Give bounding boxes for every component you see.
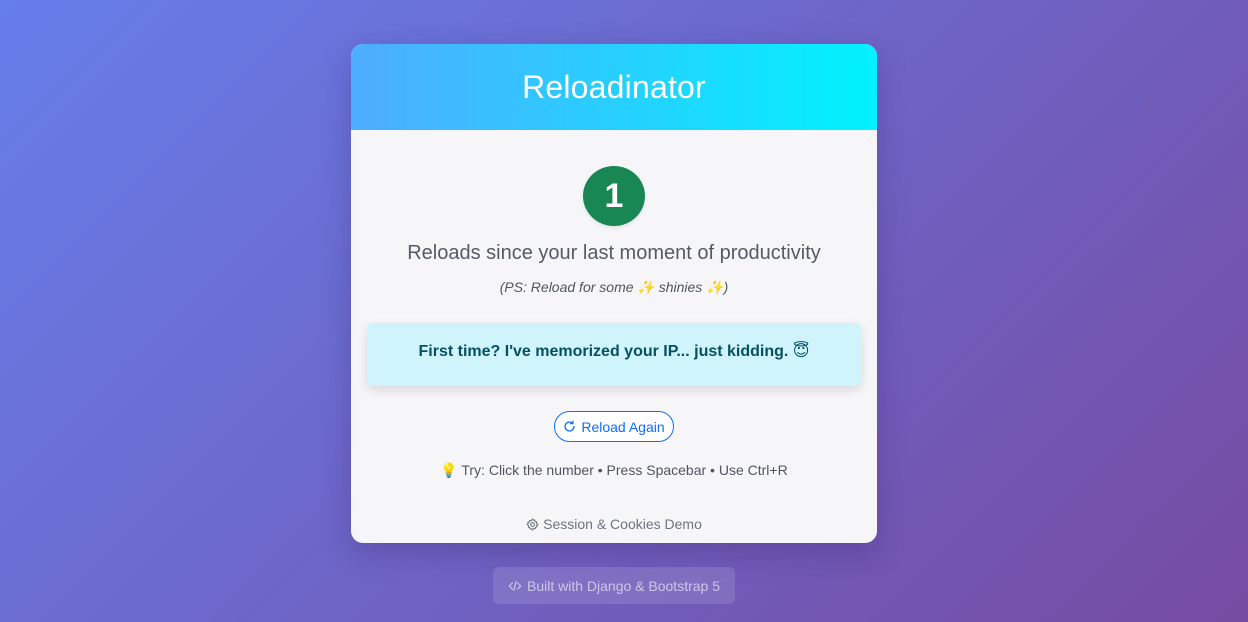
card-header: Reloadinator bbox=[351, 44, 877, 130]
built-with-text: Built with Django & Bootstrap 5 bbox=[527, 577, 720, 594]
ps-note: (PS: Reload for some ✨ shinies ✨) bbox=[499, 279, 729, 295]
arrow-clockwise-icon bbox=[564, 420, 575, 432]
reload-again-label: Reload Again bbox=[581, 418, 665, 435]
info-alert: First time? I've memorized your IP... ju… bbox=[367, 323, 861, 386]
alert-message: First time? I've memorized your IP... ju… bbox=[418, 342, 810, 360]
reload-counter-badge[interactable]: 1 bbox=[583, 166, 645, 226]
gear-icon bbox=[526, 517, 539, 531]
reload-card: Reloadinator 1 Reloads since your last m… bbox=[351, 44, 877, 543]
built-with-badge: Built with Django & Bootstrap 5 bbox=[493, 567, 735, 604]
app-title: Reloadinator bbox=[522, 68, 706, 105]
keyboard-tip: 💡 Try: Click the number • Press Spacebar… bbox=[440, 462, 788, 478]
session-demo-link[interactable]: Session & Cookies Demo bbox=[351, 516, 877, 532]
session-demo-label[interactable]: Session & Cookies Demo bbox=[543, 516, 702, 532]
reload-again-button[interactable]: Reload Again bbox=[554, 411, 674, 442]
counter-subtitle: Reloads since your last moment of produc… bbox=[407, 242, 821, 264]
code-slash-icon bbox=[508, 580, 522, 591]
